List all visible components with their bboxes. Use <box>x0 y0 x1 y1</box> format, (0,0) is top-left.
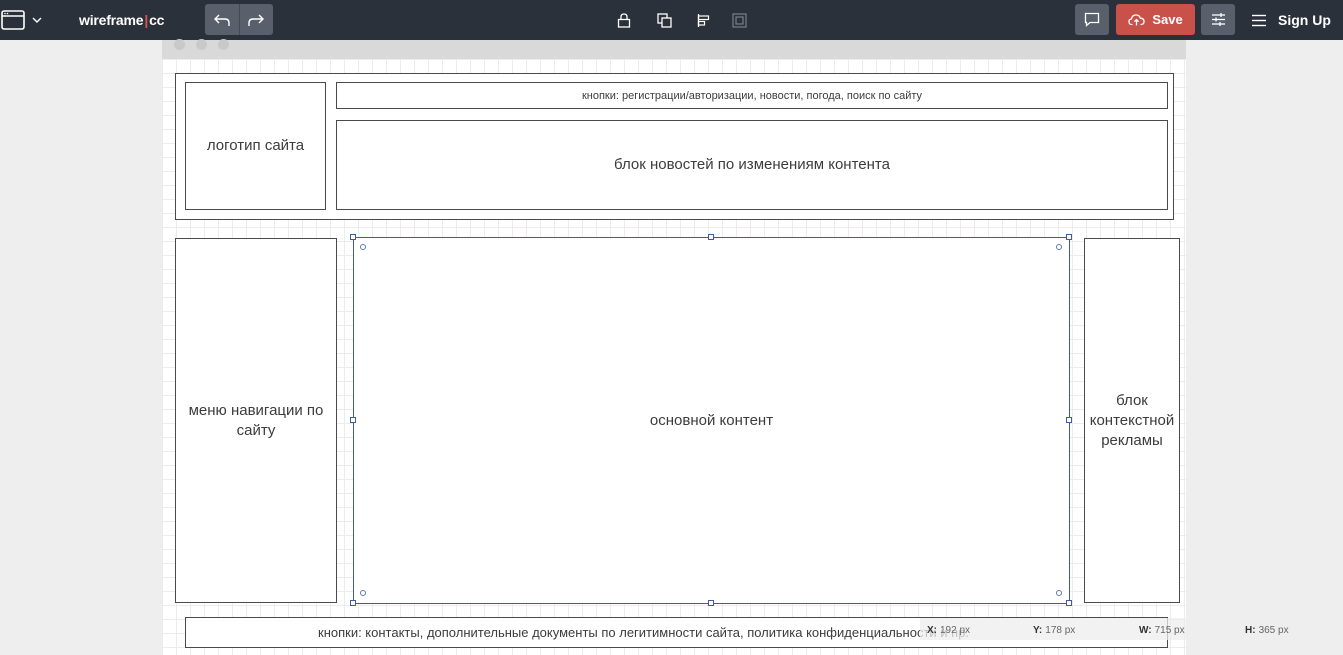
duplicate-icon[interactable] <box>649 0 679 40</box>
footer-buttons-label: кнопки: контакты, дополнительные докумен… <box>318 625 970 640</box>
status-h-label: H: <box>1245 624 1256 636</box>
redo-icon <box>248 13 265 27</box>
news-block-box[interactable]: блок новостей по изменениям контента <box>336 120 1168 210</box>
status-x-label: X: <box>927 624 937 636</box>
undo-button[interactable] <box>205 4 239 35</box>
chevron-down-icon[interactable] <box>30 0 44 40</box>
sliders-icon <box>1211 12 1226 27</box>
news-block-label: блок новостей по изменениям контента <box>614 156 890 173</box>
window-dot <box>196 39 207 50</box>
window-dot <box>218 39 229 50</box>
save-button[interactable]: Save <box>1116 4 1195 35</box>
redo-button[interactable] <box>238 4 274 35</box>
site-logo-label: логотип сайта <box>206 137 305 154</box>
status-y: Y: 178 px <box>1033 622 1075 638</box>
status-h-value: 365 px <box>1258 624 1289 636</box>
canvas-header-strip <box>162 40 1186 59</box>
main-content-label: основной контент <box>649 411 774 429</box>
corner-radius-handle[interactable] <box>360 244 366 250</box>
nav-menu-label: меню навигации по сайту <box>188 401 324 439</box>
nav-menu-box[interactable]: меню навигации по сайту <box>175 238 337 603</box>
status-w-value: 715 px <box>1154 624 1185 636</box>
sign-up-link[interactable]: Sign Up <box>1278 0 1331 40</box>
window-icon[interactable] <box>0 0 26 40</box>
align-icon[interactable] <box>689 0 719 40</box>
corner-radius-handle[interactable] <box>1056 244 1062 250</box>
brand-logo[interactable]: wireframe | cc <box>79 0 164 40</box>
status-h: H: 365 px <box>1245 622 1289 638</box>
cloud-upload-icon <box>1128 13 1145 26</box>
status-x: X: 192 px <box>927 622 970 638</box>
resize-handle-se[interactable] <box>1066 600 1072 606</box>
layer-icon[interactable] <box>724 0 754 40</box>
corner-radius-handle[interactable] <box>1056 590 1062 596</box>
ads-block-label: блок контекстной рекламы <box>1089 391 1175 449</box>
resize-handle-s[interactable] <box>708 600 714 606</box>
corner-radius-handle[interactable] <box>360 590 366 596</box>
resize-handle-nw[interactable] <box>350 234 356 240</box>
settings-button[interactable] <box>1201 4 1235 35</box>
history-group <box>205 4 273 35</box>
status-y-value: 178 px <box>1045 624 1076 636</box>
resize-handle-ne[interactable] <box>1066 234 1072 240</box>
ads-block-box[interactable]: блок контекстной рекламы <box>1084 238 1180 603</box>
undo-icon <box>213 13 230 27</box>
status-w: W: 715 px <box>1139 622 1185 638</box>
save-label: Save <box>1152 12 1183 27</box>
resize-handle-sw[interactable] <box>350 600 356 606</box>
brand-separator: | <box>144 12 149 28</box>
window-dot <box>174 39 185 50</box>
menu-icon[interactable] <box>1249 0 1269 40</box>
comment-icon <box>1084 12 1100 27</box>
top-toolbar: wireframe | cc Save Sign Up <box>0 0 1343 40</box>
top-buttons-label: кнопки: регистрации/авторизации, новости… <box>581 89 923 102</box>
comment-button[interactable] <box>1075 4 1109 35</box>
resize-handle-n[interactable] <box>708 234 714 240</box>
top-buttons-box[interactable]: кнопки: регистрации/авторизации, новости… <box>336 82 1168 109</box>
status-w-label: W: <box>1139 624 1152 636</box>
main-content-box[interactable]: основной контент <box>353 237 1070 604</box>
brand-name: wireframe <box>79 12 144 28</box>
site-logo-box[interactable]: логотип сайта <box>185 82 326 210</box>
status-y-label: Y: <box>1033 624 1043 636</box>
lock-icon[interactable] <box>609 0 639 40</box>
brand-suffix: cc <box>149 12 165 28</box>
resize-handle-e[interactable] <box>1066 417 1072 423</box>
status-x-value: 192 px <box>940 624 971 636</box>
resize-handle-w[interactable] <box>350 417 356 423</box>
